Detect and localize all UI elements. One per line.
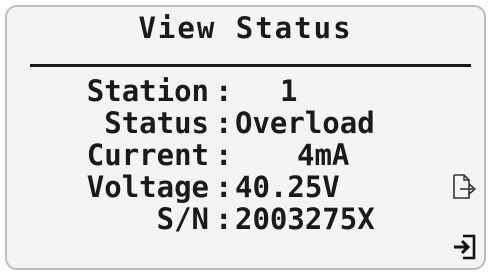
field-row-station: Station : 1 [7, 75, 488, 107]
field-label-station: Station [86, 74, 209, 108]
field-row-status: Status : Overload [7, 107, 488, 139]
status-display-screen: View Status Station : 1 Status : Overloa… [5, 5, 486, 270]
field-value-current: 4mA [297, 138, 350, 172]
field-label-current: Current [86, 138, 209, 172]
field-colon: : [215, 106, 233, 140]
field-colon: : [215, 74, 233, 108]
field-value-station: 1 [280, 74, 298, 108]
field-value-serial-number: 2003275X [235, 202, 375, 236]
field-colon: : [215, 138, 233, 172]
field-label-status: Status [104, 106, 209, 140]
page-title: View Status [138, 11, 353, 45]
field-row-current: Current : 4mA [7, 139, 488, 171]
field-label-voltage: Voltage [86, 170, 209, 204]
field-row-serial-number: S/N : 2003275X [7, 203, 488, 235]
field-colon: : [215, 170, 233, 204]
field-value-status: Overload [235, 106, 375, 140]
field-colon: : [215, 202, 233, 236]
field-row-voltage: Voltage : 40.25V [7, 171, 488, 203]
title-divider [30, 64, 471, 67]
field-value-voltage: 40.25V [235, 170, 340, 204]
export-document-icon[interactable] [451, 173, 479, 201]
field-label-serial-number: S/N [156, 202, 209, 236]
exit-icon[interactable] [451, 233, 479, 261]
